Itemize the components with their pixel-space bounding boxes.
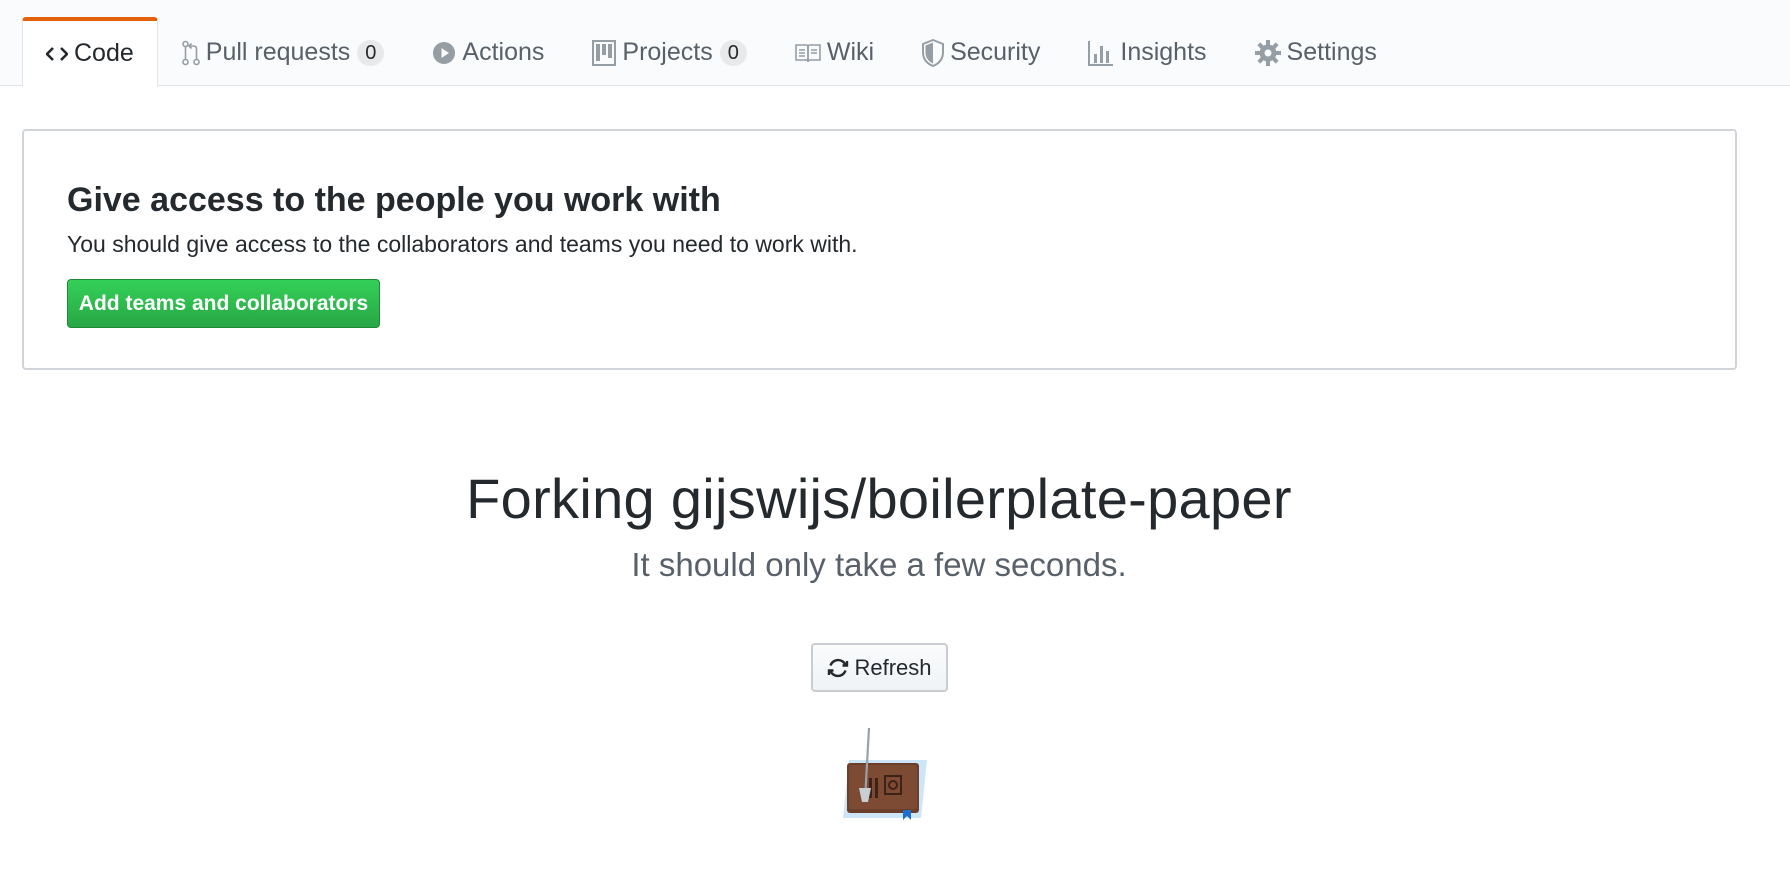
tab-actions[interactable]: Actions bbox=[408, 17, 568, 86]
tab-label: Code bbox=[74, 39, 134, 67]
pull-requests-counter: 0 bbox=[357, 39, 385, 66]
forking-subtitle: It should only take a few seconds. bbox=[631, 546, 1127, 583]
book-icon bbox=[795, 43, 821, 63]
tab-security[interactable]: Security bbox=[898, 17, 1064, 86]
tab-label: Projects bbox=[622, 38, 713, 66]
tab-label: Insights bbox=[1120, 38, 1207, 66]
code-icon bbox=[46, 46, 68, 62]
graph-icon bbox=[1088, 40, 1114, 66]
tab-projects[interactable]: Projects 0 bbox=[568, 17, 770, 86]
access-description: You should give access to the collaborat… bbox=[67, 231, 858, 257]
give-access-box: Give access to the people you work with … bbox=[22, 129, 1737, 370]
forking-title: Forking gijswijs/boilerplate-paper bbox=[466, 467, 1292, 530]
tab-label: Actions bbox=[462, 38, 545, 66]
project-icon bbox=[592, 39, 617, 66]
add-teams-button[interactable]: Add teams and collaborators bbox=[67, 279, 380, 328]
tab-pull-requests[interactable]: Pull requests 0 bbox=[158, 17, 409, 86]
tab-label: Settings bbox=[1286, 38, 1377, 66]
forking-book-icon bbox=[833, 726, 929, 822]
git-pull-request-icon bbox=[181, 40, 200, 66]
shield-icon bbox=[922, 38, 945, 67]
tab-insights[interactable]: Insights bbox=[1064, 17, 1230, 86]
tab-label: Security bbox=[950, 38, 1041, 66]
play-icon bbox=[432, 41, 456, 65]
projects-counter: 0 bbox=[719, 39, 747, 66]
tab-wiki[interactable]: Wiki bbox=[771, 17, 898, 86]
refresh-label: Refresh bbox=[854, 654, 932, 680]
tab-label: Pull requests bbox=[205, 38, 351, 66]
repo-tabs: Code Pull requests 0 Actions Projects 0 … bbox=[22, 17, 1401, 87]
tab-code[interactable]: Code bbox=[22, 17, 158, 87]
tab-settings[interactable]: Settings bbox=[1231, 17, 1401, 86]
sync-icon bbox=[827, 657, 849, 679]
refresh-button[interactable]: Refresh bbox=[811, 643, 948, 692]
tab-label: Wiki bbox=[826, 38, 875, 66]
access-title: Give access to the people you work with bbox=[67, 181, 721, 219]
gear-icon bbox=[1254, 39, 1281, 66]
